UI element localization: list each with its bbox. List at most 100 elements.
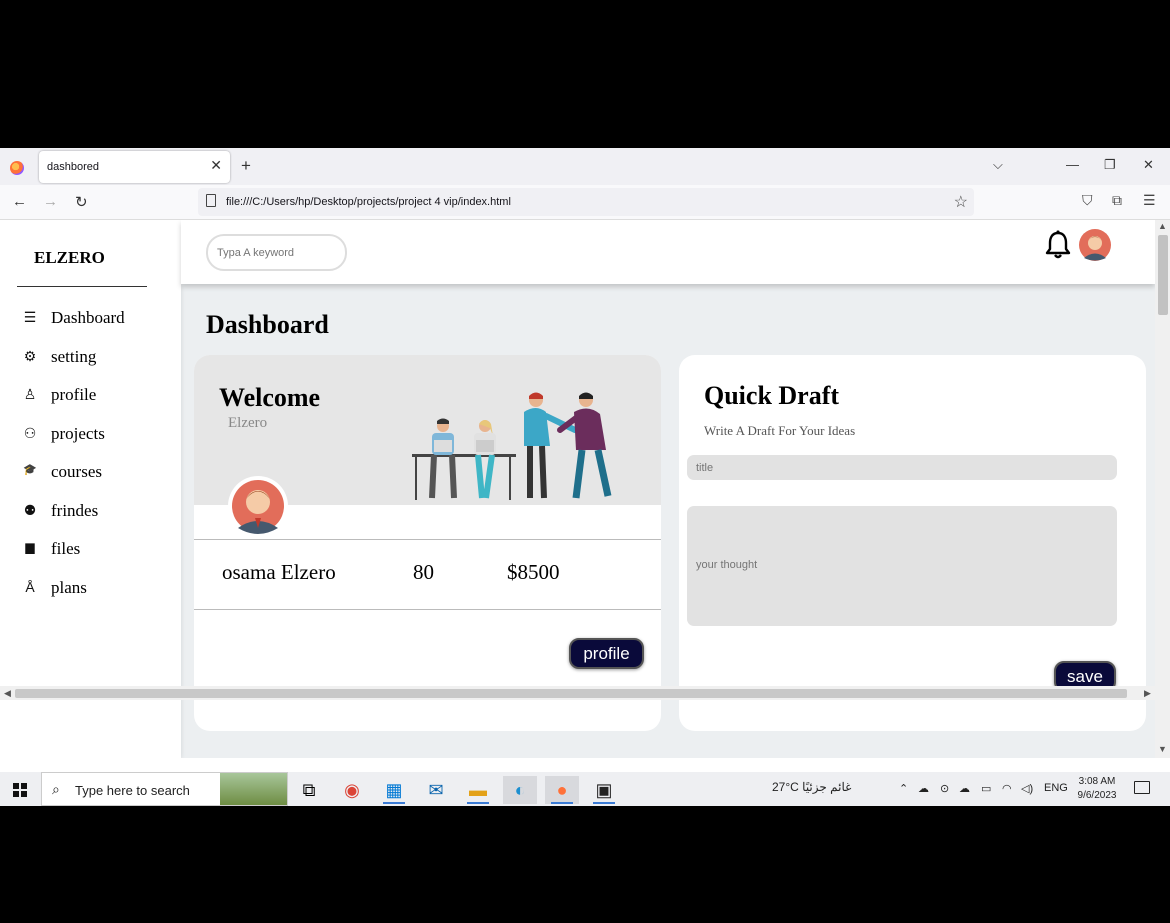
tab-close-icon[interactable]: ✕ bbox=[210, 157, 222, 174]
friends-icon: ⚉ bbox=[23, 502, 37, 518]
volume-icon[interactable]: ◁) bbox=[1021, 782, 1033, 795]
scroll-up-icon[interactable]: ▲ bbox=[1158, 221, 1167, 231]
battery-icon[interactable]: ▭ bbox=[981, 782, 991, 795]
windows-taskbar: ⌕ Type here to search ⧉ ◉ ▦ ✉ ▬ ◐ ● ▣ 27… bbox=[0, 772, 1170, 806]
avatar[interactable] bbox=[228, 476, 288, 536]
welcome-card: Welcome Elzero osama Elzero 80 $8500 pro… bbox=[194, 355, 661, 731]
url-text[interactable]: file:///C:/Users/hp/Desktop/projects/pro… bbox=[226, 196, 511, 208]
search-input[interactable] bbox=[206, 234, 347, 271]
weather-widget[interactable]: 27°C غائم جزئيًا bbox=[772, 780, 851, 794]
firefox-icon[interactable]: ● bbox=[545, 776, 579, 804]
top-header bbox=[181, 220, 1155, 284]
horizontal-scrollbar[interactable]: ◀ ▶ bbox=[0, 686, 1170, 700]
sidebar-item-setting[interactable]: ⚙ setting bbox=[0, 341, 181, 375]
restore-icon[interactable]: ❐ bbox=[1104, 157, 1116, 173]
chart-icon: Å bbox=[25, 579, 35, 595]
search-icon: ⌕ bbox=[52, 781, 60, 797]
browser-window: dashbored ✕ + ⌵ — ❐ ✕ ← → ↻ file:///C:/U… bbox=[0, 148, 1170, 806]
store-icon[interactable]: ▦ bbox=[377, 776, 411, 804]
vertical-scrollbar[interactable]: ▲ ▼ bbox=[1155, 220, 1170, 758]
sidebar-item-frindes[interactable]: ⚉ frindes bbox=[0, 495, 181, 529]
sidebar-item-label: profile bbox=[51, 385, 97, 404]
file-explorer-icon[interactable]: ▬ bbox=[461, 776, 495, 804]
sidebar-item-label: files bbox=[51, 539, 81, 558]
pocket-icon[interactable]: ⛉ bbox=[1082, 192, 1093, 209]
quick-draft-card: Quick Draft Write A Draft For Your Ideas… bbox=[679, 355, 1146, 731]
scrollbar-thumb[interactable] bbox=[15, 689, 1127, 698]
minimize-icon[interactable]: — bbox=[1066, 157, 1079, 172]
mail-icon[interactable]: ✉ bbox=[419, 776, 453, 804]
profile-button[interactable]: profile bbox=[569, 638, 644, 669]
forward-arrow-icon[interactable]: → bbox=[43, 193, 58, 210]
sidebar-item-courses[interactable]: 🎓 courses bbox=[0, 456, 181, 490]
back-arrow-icon[interactable]: ← bbox=[12, 193, 27, 210]
page-viewport: ELZERO ☰ Dashboard ⚙ setting ♙ profile ⚇… bbox=[0, 220, 1170, 758]
file-icon: ▆ bbox=[25, 540, 35, 554]
avatar[interactable] bbox=[1079, 229, 1111, 261]
gear-icon: ⚙ bbox=[23, 348, 37, 364]
brand-logo: ELZERO bbox=[34, 248, 105, 267]
page-title: Dashboard bbox=[206, 310, 329, 339]
scroll-down-icon[interactable]: ▼ bbox=[1158, 744, 1167, 754]
search-highlight-image bbox=[220, 773, 287, 805]
sidebar-item-label: plans bbox=[51, 578, 87, 597]
brand-divider bbox=[17, 286, 147, 287]
user-icon: ♙ bbox=[23, 386, 37, 402]
extensions-icon[interactable]: ⧉ bbox=[1112, 192, 1122, 209]
language-indicator[interactable]: ENG bbox=[1044, 782, 1068, 794]
sidebar-item-label: frindes bbox=[51, 501, 99, 520]
scroll-left-icon[interactable]: ◀ bbox=[4, 688, 11, 699]
browser-tab[interactable]: dashbored ✕ bbox=[39, 151, 230, 183]
taskbar-search-text: Type here to search bbox=[75, 783, 190, 798]
sidebar-item-plans[interactable]: Å plans bbox=[0, 572, 181, 606]
clock-date: 9/6/2023 bbox=[1077, 790, 1117, 801]
draft-title-input[interactable] bbox=[687, 455, 1117, 480]
draft-thought-textarea[interactable] bbox=[687, 506, 1117, 626]
onedrive-icon[interactable]: ☁ bbox=[959, 782, 970, 795]
bookmark-star-icon[interactable]: ☆ bbox=[954, 192, 968, 212]
sidebar-item-label: courses bbox=[51, 462, 102, 481]
draft-title: Quick Draft bbox=[704, 381, 840, 410]
welcome-subtitle: Elzero bbox=[228, 415, 268, 431]
sidebar-item-dashboard[interactable]: ☰ Dashboard bbox=[0, 302, 181, 336]
bell-icon[interactable] bbox=[1045, 230, 1071, 260]
list-tabs-icon[interactable]: ⌵ bbox=[993, 157, 1003, 173]
address-bar[interactable]: file:///C:/Users/hp/Desktop/projects/pro… bbox=[198, 188, 974, 216]
meet-icon[interactable]: ⊙ bbox=[940, 782, 949, 795]
notification-icon[interactable] bbox=[1134, 781, 1150, 794]
scrollbar-thumb[interactable] bbox=[1158, 235, 1168, 315]
clock[interactable]: 3:08 AM 9/6/2023 bbox=[1070, 775, 1124, 803]
navigation-bar: ← → ↻ file:///C:/Users/hp/Desktop/projec… bbox=[0, 185, 1170, 220]
menu-icon[interactable]: ☰ bbox=[1143, 192, 1156, 209]
new-tab-button[interactable]: + bbox=[241, 156, 251, 176]
cloud-icon[interactable]: ☁ bbox=[918, 782, 929, 795]
sidebar-item-projects[interactable]: ⚇ projects bbox=[0, 418, 181, 452]
edge-icon[interactable]: ◐ bbox=[503, 776, 537, 804]
sitemap-icon: ⚇ bbox=[23, 425, 37, 441]
draft-subtitle: Write A Draft For Your Ideas bbox=[704, 423, 856, 438]
projects-count: 80 bbox=[413, 560, 434, 584]
chrome-icon[interactable]: ◉ bbox=[335, 776, 369, 804]
taskbar-search[interactable]: ⌕ Type here to search bbox=[41, 772, 288, 806]
graduation-cap-icon: 🎓 bbox=[23, 464, 37, 476]
task-view-icon[interactable]: ⧉ bbox=[292, 776, 326, 804]
close-window-icon[interactable]: ✕ bbox=[1143, 157, 1154, 173]
tab-title: dashbored bbox=[47, 161, 99, 173]
sliders-icon: ☰ bbox=[23, 309, 37, 325]
sidebar-item-label: projects bbox=[51, 424, 105, 443]
firefox-logo-icon[interactable] bbox=[10, 161, 24, 175]
sidebar-item-profile[interactable]: ♙ profile bbox=[0, 379, 181, 413]
profile-name: osama Elzero bbox=[222, 560, 336, 584]
scroll-right-icon[interactable]: ▶ bbox=[1144, 688, 1151, 699]
sidebar-item-label: setting bbox=[51, 347, 97, 366]
tray-chevron-icon[interactable]: ⌃ bbox=[899, 782, 908, 795]
page-icon bbox=[206, 194, 216, 207]
terminal-icon[interactable]: ▣ bbox=[587, 776, 621, 804]
sidebar-item-label: Dashboard bbox=[51, 308, 125, 327]
windows-start-icon[interactable] bbox=[13, 783, 27, 797]
wifi-icon[interactable]: ◠ bbox=[1002, 782, 1012, 795]
sidebar-item-files[interactable]: ▆ files bbox=[0, 533, 181, 567]
sidebar: ELZERO ☰ Dashboard ⚙ setting ♙ profile ⚇… bbox=[0, 220, 181, 758]
reload-icon[interactable]: ↻ bbox=[75, 193, 88, 211]
earnings-value: $8500 bbox=[507, 560, 560, 584]
